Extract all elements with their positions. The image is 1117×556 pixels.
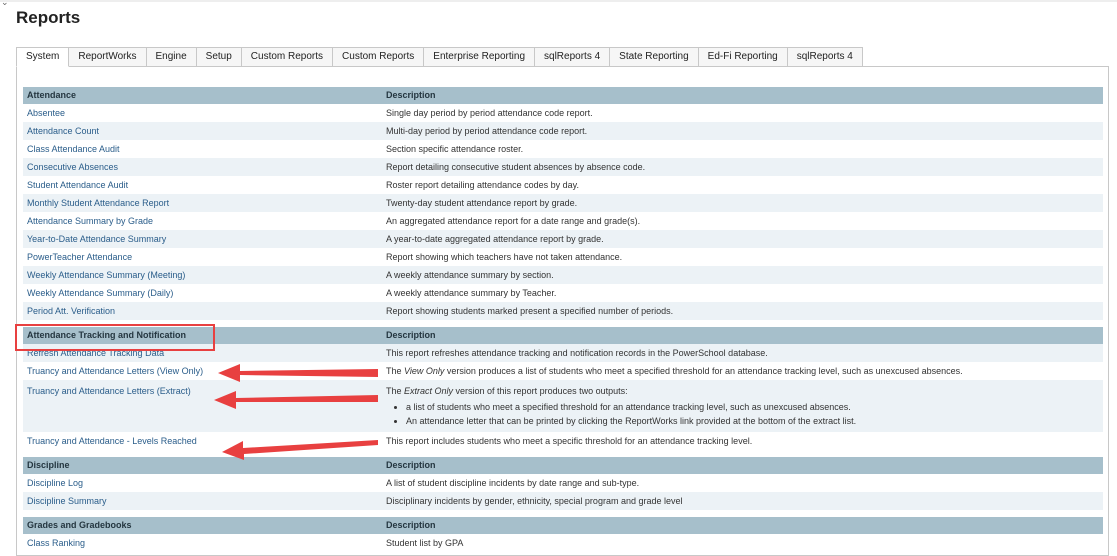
report-description: The View Only version produces a list of… [386,366,963,376]
report-link[interactable]: Weekly Attendance Summary (Daily) [27,288,173,298]
tab-setup[interactable]: Setup [195,47,242,67]
description-header: Description [382,327,1103,344]
table-row: Discipline Summary Disciplinary incidents… [23,492,1103,510]
report-link[interactable]: Student Attendance Audit [27,180,128,190]
output-list: a list of students who meet a specified … [386,400,1103,428]
section-name: Discipline [23,457,382,474]
report-description: Student list by GPA [386,538,464,548]
report-description: Multi-day period by period attendance co… [382,122,1103,140]
tab-state-reporting[interactable]: State Reporting [609,47,699,67]
section-header-grades: Grades and Gradebooks Description [23,517,1103,534]
report-description: A list of student discipline incidents b… [386,478,640,488]
tab-system[interactable]: System [16,47,70,67]
report-description: Single day period by period attendance c… [386,108,593,118]
report-link[interactable]: Truancy and Attendance Letters (Extract) [27,386,191,396]
tab-sqlreports-4-2[interactable]: sqlReports 4 [786,47,863,67]
table-row: Class Attendance Audit Section specific a… [23,140,1103,158]
table-row: Discipline Log A list of student discipli… [23,474,1103,492]
reports-table: Attendance Description Absentee Single da… [23,87,1103,552]
tab-custom-reports-2[interactable]: Custom Reports [332,47,425,67]
list-item: a list of students who meet a specified … [406,400,1103,414]
table-row: Student Attendance Audit Roster report de… [23,176,1103,194]
section-header-attendance: Attendance Description [23,87,1103,104]
report-link[interactable]: Discipline Log [27,478,83,488]
caret-icon: ⌄ [1,0,9,7]
table-row: Consecutive Absences Report detailing con… [23,158,1103,176]
table-row: Truancy and Attendance Letters (View Onl… [23,362,1103,380]
report-link[interactable]: Class Attendance Audit [27,144,120,154]
table-row: Class Ranking Student list by GPA [23,534,1103,552]
report-link[interactable]: Year-to-Date Attendance Summary [27,234,166,244]
report-description: Section specific attendance roster. [386,144,524,154]
report-description: An aggregated attendance report for a da… [386,216,641,226]
tab-sqlreports-4-1[interactable]: sqlReports 4 [534,47,611,67]
report-tabs: System ReportWorks Engine Setup Custom R… [16,47,863,67]
table-row: Weekly Attendance Summary (Meeting) A wee… [23,266,1103,284]
report-link[interactable]: Period Att. Verification [27,306,115,316]
report-description: This report includes students who meet a… [386,436,753,446]
tab-enterprise-reporting[interactable]: Enterprise Reporting [423,47,536,67]
report-description: A weekly attendance summary by section. [382,266,1103,284]
tab-reportworks[interactable]: ReportWorks [68,47,147,67]
table-row: Monthly Student Attendance Report Twenty-… [23,194,1103,212]
report-description: Disciplinary incidents by gender, ethnic… [382,492,1103,510]
report-description: A year-to-date aggregated attendance rep… [382,230,1103,248]
table-row: Absentee Single day period by period atte… [23,104,1103,122]
report-description: A weekly attendance summary by Teacher. [386,288,557,298]
table-row: Period Att. Verification Report showing s… [23,302,1103,320]
report-link[interactable]: Attendance Summary by Grade [27,216,153,226]
page-title: Reports [16,8,81,27]
report-link[interactable]: Weekly Attendance Summary (Meeting) [27,270,185,280]
report-link[interactable]: Attendance Count [27,126,99,136]
tab-custom-reports-1[interactable]: Custom Reports [240,47,334,67]
report-link[interactable]: Class Ranking [27,538,85,548]
report-description: Report detailing consecutive student abs… [382,158,1103,176]
top-border [0,0,1117,2]
table-row: Year-to-Date Attendance Summary A year-to… [23,230,1103,248]
report-description: The Extract Only version of this report … [382,380,1103,432]
table-row: Truancy and Attendance Letters (Extract)… [23,380,1103,432]
section-name: Grades and Gradebooks [23,517,382,534]
report-link[interactable]: Truancy and Attendance - Levels Reached [27,436,197,446]
list-item: An attendance letter that can be printed… [406,414,1103,428]
report-description: Report showing students marked present a… [382,302,1103,320]
table-row: PowerTeacher Attendance Report showing wh… [23,248,1103,266]
table-row: Attendance Count Multi-day period by peri… [23,122,1103,140]
report-link[interactable]: Discipline Summary [27,496,107,506]
description-header: Description [382,517,1103,534]
report-link[interactable]: Absentee [27,108,65,118]
table-row: Attendance Summary by Grade An aggregated… [23,212,1103,230]
report-link[interactable]: Consecutive Absences [27,162,118,172]
report-description: Report showing which teachers have not t… [386,252,623,262]
report-link[interactable]: PowerTeacher Attendance [27,252,132,262]
report-description: This report refreshes attendance trackin… [382,344,1103,362]
report-description: Roster report detailing attendance codes… [386,180,579,190]
description-header: Description [382,457,1103,474]
report-description: Twenty-day student attendance report by … [382,194,1103,212]
highlight-box [15,324,215,351]
section-header-discipline: Discipline Description [23,457,1103,474]
description-header: Description [382,87,1103,104]
table-row: Truancy and Attendance - Levels Reached T… [23,432,1103,450]
tab-edfi-reporting[interactable]: Ed-Fi Reporting [697,47,788,67]
table-row: Weekly Attendance Summary (Daily) A weekl… [23,284,1103,302]
report-link[interactable]: Monthly Student Attendance Report [27,198,169,208]
tab-engine[interactable]: Engine [145,47,197,67]
section-name: Attendance [23,87,382,104]
report-link[interactable]: Truancy and Attendance Letters (View Onl… [27,366,203,376]
